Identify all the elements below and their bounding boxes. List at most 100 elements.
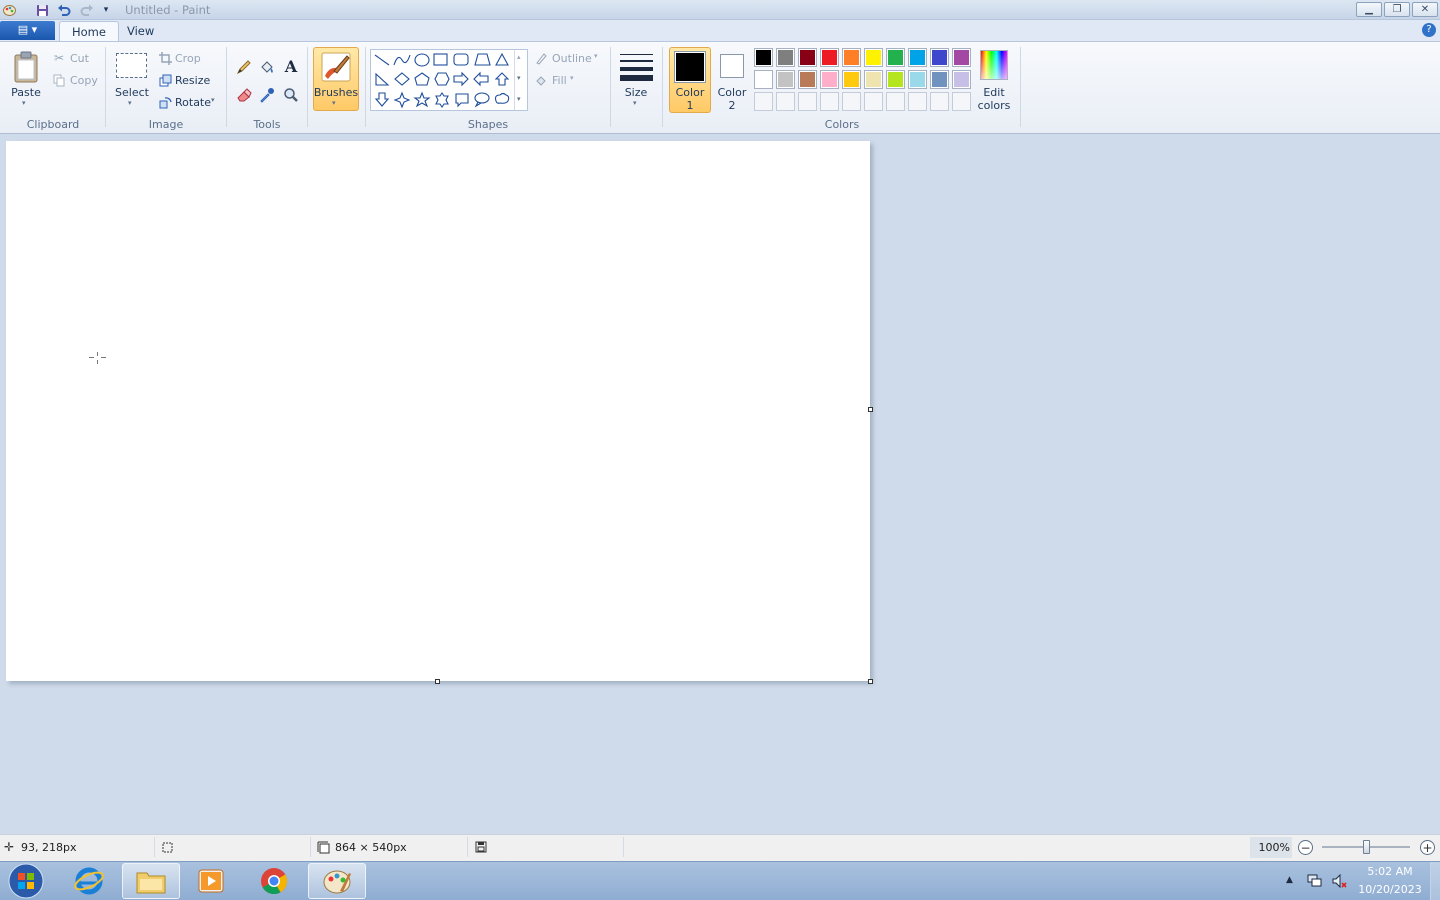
- shape-curve-icon[interactable]: [393, 54, 411, 66]
- outline-button[interactable]: Outline: [552, 52, 592, 65]
- brushes-dropdown-icon[interactable]: ▾: [332, 99, 336, 107]
- close-button[interactable]: ✕: [1412, 2, 1438, 17]
- copy-button[interactable]: Copy: [70, 74, 98, 87]
- rotate-dropdown-icon[interactable]: ▾: [211, 96, 215, 104]
- outline-dropdown-icon[interactable]: ▾: [594, 52, 598, 60]
- fill-button[interactable]: Fill: [552, 74, 567, 87]
- shape-rounded-callout-icon[interactable]: [455, 93, 469, 108]
- drawing-canvas[interactable]: [6, 141, 870, 681]
- zoom-in-icon[interactable]: +: [1420, 840, 1435, 855]
- palette-swatch-empty[interactable]: [798, 92, 817, 111]
- color2-label[interactable]: Color: [713, 86, 751, 99]
- palette-swatch[interactable]: [930, 48, 949, 67]
- palette-swatch[interactable]: [754, 48, 773, 67]
- shape-right-triangle-icon[interactable]: [375, 72, 390, 86]
- size-icon[interactable]: [620, 52, 653, 82]
- resize-button[interactable]: Resize: [175, 74, 210, 87]
- customize-quick-access-icon[interactable]: ▾: [99, 3, 113, 17]
- palette-swatch[interactable]: [842, 70, 861, 89]
- shapes-expand-icon[interactable]: ▾: [517, 95, 521, 103]
- shapes-scroll-down-icon[interactable]: ▾: [517, 74, 521, 82]
- shape-up-arrow-icon[interactable]: [494, 72, 510, 86]
- palette-swatch[interactable]: [776, 48, 795, 67]
- paste-dropdown-icon[interactable]: ▾: [22, 99, 26, 107]
- palette-swatch[interactable]: [842, 48, 861, 67]
- rotate-button[interactable]: Rotate: [175, 96, 211, 109]
- palette-swatch[interactable]: [820, 48, 839, 67]
- palette-swatch[interactable]: [820, 70, 839, 89]
- select-dropdown-icon[interactable]: ▾: [128, 99, 132, 107]
- shape-hexagon-icon[interactable]: [434, 72, 450, 86]
- palette-swatch-empty[interactable]: [886, 92, 905, 111]
- pencil-icon[interactable]: [234, 57, 254, 77]
- text-tool-icon[interactable]: A: [281, 56, 301, 76]
- shape-rectangle-icon[interactable]: [433, 53, 448, 66]
- shape-rounded-rectangle-icon[interactable]: [453, 53, 469, 66]
- save-icon[interactable]: [35, 3, 49, 17]
- shape-polygon-icon[interactable]: [474, 53, 491, 66]
- edit-colors-button[interactable]: Edit: [974, 86, 1014, 99]
- palette-swatch-empty[interactable]: [820, 92, 839, 111]
- palette-swatch[interactable]: [886, 70, 905, 89]
- network-icon[interactable]: [1306, 873, 1322, 889]
- palette-swatch[interactable]: [864, 48, 883, 67]
- shape-cloud-callout-icon[interactable]: [494, 92, 510, 104]
- redo-icon[interactable]: [80, 3, 94, 17]
- taskbar-file-explorer-icon[interactable]: [122, 863, 180, 899]
- fill-bucket-icon[interactable]: [257, 57, 277, 77]
- shape-oval-icon[interactable]: [414, 53, 430, 67]
- edit-colors-icon[interactable]: [980, 50, 1008, 80]
- color-picker-icon[interactable]: [257, 85, 277, 105]
- tab-view[interactable]: View: [115, 21, 166, 42]
- resize-handle-bottom[interactable]: [435, 679, 440, 684]
- help-icon[interactable]: ?: [1422, 23, 1436, 37]
- minimize-button[interactable]: ▁: [1356, 2, 1382, 17]
- shape-diamond-icon[interactable]: [394, 72, 410, 86]
- shape-down-arrow-icon[interactable]: [374, 92, 390, 107]
- shape-right-arrow-icon[interactable]: [453, 71, 469, 87]
- palette-swatch-empty[interactable]: [842, 92, 861, 111]
- taskbar-paint-icon[interactable]: [308, 863, 366, 899]
- palette-swatch[interactable]: [952, 48, 971, 67]
- palette-swatch-empty[interactable]: [776, 92, 795, 111]
- resize-handle-corner[interactable]: [868, 679, 873, 684]
- palette-swatch[interactable]: [798, 70, 817, 89]
- restore-button[interactable]: ❐: [1384, 2, 1410, 17]
- palette-swatch[interactable]: [908, 70, 927, 89]
- palette-swatch[interactable]: [952, 70, 971, 89]
- shape-left-arrow-icon[interactable]: [473, 71, 489, 87]
- magnifier-icon[interactable]: [281, 85, 301, 105]
- zoom-slider-thumb[interactable]: [1363, 840, 1370, 854]
- eraser-icon[interactable]: [234, 85, 254, 105]
- show-desktop-button[interactable]: [1430, 862, 1440, 900]
- taskbar-chrome-icon[interactable]: [245, 863, 303, 899]
- taskbar-internet-explorer-icon[interactable]: [60, 863, 118, 899]
- palette-swatch-empty[interactable]: [908, 92, 927, 111]
- fill-dropdown-icon[interactable]: ▾: [570, 74, 574, 82]
- shape-oval-callout-icon[interactable]: [474, 92, 490, 108]
- show-hidden-icons-icon[interactable]: ▲: [1286, 875, 1293, 885]
- palette-swatch[interactable]: [886, 48, 905, 67]
- taskbar-media-player-icon[interactable]: [182, 863, 240, 899]
- edit-colors-button-line2[interactable]: colors: [974, 99, 1014, 112]
- palette-swatch-empty[interactable]: [952, 92, 971, 111]
- palette-swatch[interactable]: [930, 70, 949, 89]
- palette-swatch[interactable]: [754, 70, 773, 89]
- paint-app-icon[interactable]: [2, 3, 16, 17]
- undo-icon[interactable]: [57, 3, 71, 17]
- palette-swatch[interactable]: [908, 48, 927, 67]
- tab-home[interactable]: Home: [59, 21, 119, 42]
- cut-button[interactable]: Cut: [70, 52, 89, 65]
- resize-handle-right[interactable]: [868, 407, 873, 412]
- clock-date[interactable]: 10/20/2023: [1354, 883, 1426, 896]
- shape-triangle-icon[interactable]: [495, 52, 509, 66]
- palette-swatch[interactable]: [798, 48, 817, 67]
- palette-swatch[interactable]: [776, 70, 795, 89]
- shape-six-point-star-icon[interactable]: [435, 92, 449, 108]
- select-button[interactable]: Select: [114, 86, 150, 99]
- size-button[interactable]: Size: [618, 86, 654, 99]
- clock-time[interactable]: 5:02 AM: [1354, 865, 1426, 878]
- paste-icon[interactable]: [12, 50, 40, 84]
- zoom-out-icon[interactable]: −: [1298, 840, 1313, 855]
- zoom-level[interactable]: 100%: [1250, 837, 1292, 858]
